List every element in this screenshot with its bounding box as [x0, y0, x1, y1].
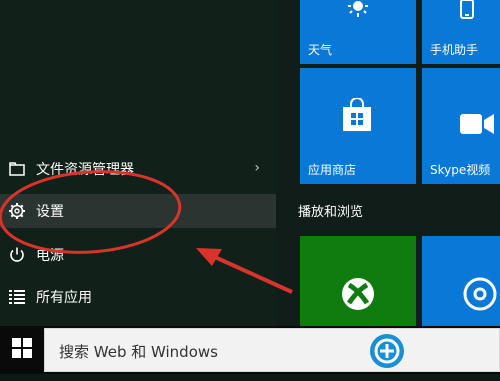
watermark-logo-icon	[370, 334, 404, 368]
windows-logo-icon	[12, 338, 32, 362]
annotation-arrow-shaft	[205, 251, 293, 294]
site-watermark	[367, 329, 499, 377]
groove-music-icon	[462, 276, 498, 316]
search-placeholder: 搜索 Web 和 Windows	[59, 343, 218, 361]
phone-icon	[458, 0, 476, 24]
weather-tile-label: 天气	[308, 43, 333, 57]
phone-assistant-tile-label: 手机助手	[430, 43, 479, 57]
xbox-tile[interactable]	[300, 236, 416, 326]
weather-tile[interactable]: 天气	[300, 0, 416, 64]
annotation-overlay	[0, 170, 293, 294]
skype-tile-label: Skype视频	[430, 163, 491, 177]
groove-tile[interactable]	[422, 236, 500, 326]
store-tile[interactable]: 应用商店	[300, 68, 416, 184]
start-left-pane: 文件资源管理器 › 设置 电源 所有应用	[0, 0, 293, 326]
store-bag-icon	[340, 97, 374, 136]
start-menu: 文件资源管理器 › 设置 电源 所有应用 天气 手机助手 应用商店 Skype视…	[0, 0, 500, 326]
search-box[interactable]: 搜索 Web 和 Windows	[44, 328, 500, 372]
start-button[interactable]	[0, 326, 44, 374]
taskbar: 搜索 Web 和 Windows	[0, 326, 500, 374]
group-header-play-browse: 播放和浏览	[298, 205, 364, 220]
store-tile-label: 应用商店	[308, 163, 357, 177]
xbox-icon	[340, 276, 376, 316]
skype-tile[interactable]: Skype视频	[422, 68, 500, 184]
skype-video-icon	[460, 112, 496, 140]
sun-icon	[346, 0, 370, 26]
annotation-circle	[0, 170, 182, 254]
phone-assistant-tile[interactable]: 手机助手	[422, 0, 500, 64]
